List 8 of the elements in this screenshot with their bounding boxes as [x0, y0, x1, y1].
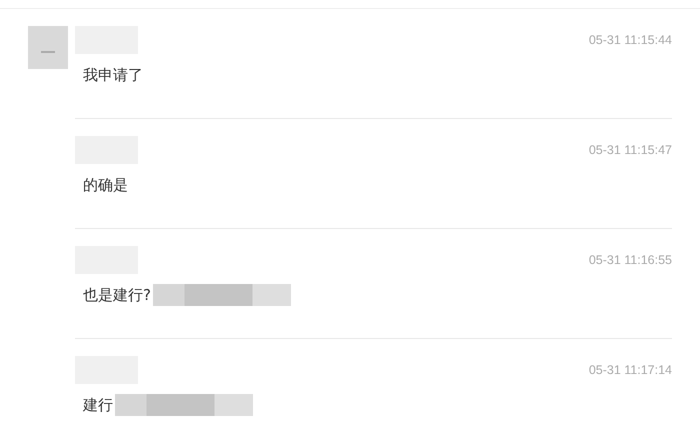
comment-time: 05-31 11:17:14 — [588, 363, 672, 377]
comment-text: 建行 — [83, 395, 113, 416]
comment-text: 的确是 — [83, 175, 128, 196]
comment-text: 我申请了 — [83, 65, 143, 86]
comment-time: 05-31 11:15:47 — [588, 143, 672, 157]
comment-time: 05-31 11:15:44 — [588, 33, 672, 47]
comment-time: 05-31 11:16:55 — [588, 253, 672, 267]
comment-text: 也是建行? — [83, 285, 151, 306]
